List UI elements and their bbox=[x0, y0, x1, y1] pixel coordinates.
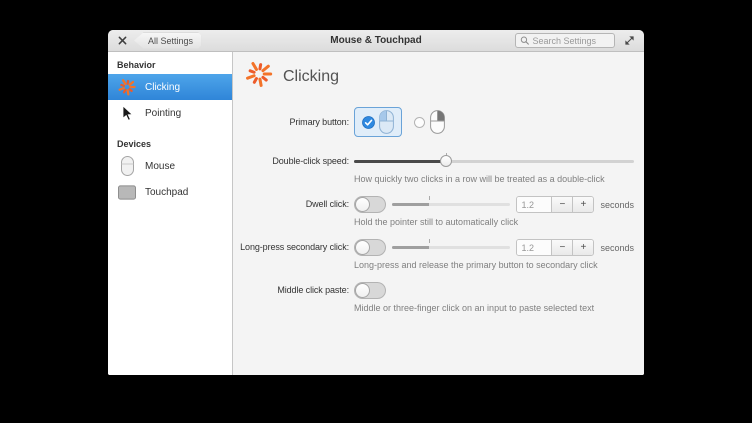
maximize-button[interactable] bbox=[621, 34, 637, 48]
sidebar-item-label: Touchpad bbox=[145, 186, 189, 198]
sidebar: Behavior Clicking Pointing Devices Mouse… bbox=[108, 52, 233, 375]
long-press-secondary-click-row: Long-press secondary click: 1.2 − + seco… bbox=[237, 239, 634, 270]
clicking-panel: Clicking Primary button: Double-click sp… bbox=[233, 52, 644, 375]
headerbar: All Settings Mouse & Touchpad bbox=[108, 30, 644, 52]
slider-tick bbox=[428, 196, 430, 200]
search-field[interactable] bbox=[515, 33, 615, 48]
close-icon bbox=[118, 36, 126, 45]
slider-track[interactable] bbox=[354, 160, 634, 163]
long-press-delay-decrement-button[interactable]: − bbox=[551, 240, 573, 255]
search-input[interactable] bbox=[532, 35, 610, 46]
double-click-speed-slider[interactable] bbox=[354, 153, 634, 170]
primary-button-right-option[interactable] bbox=[414, 110, 445, 134]
primary-button-left-option[interactable] bbox=[354, 107, 402, 137]
long-press-help: Long-press and release the primary butto… bbox=[354, 260, 598, 270]
sidebar-item-touchpad[interactable]: Touchpad bbox=[108, 179, 232, 205]
sidebar-item-label: Clicking bbox=[145, 81, 181, 93]
sidebar-item-label: Pointing bbox=[145, 107, 182, 119]
touchpad-icon bbox=[118, 184, 136, 200]
mouse-right-button-icon bbox=[430, 110, 445, 134]
long-press-toggle[interactable] bbox=[354, 239, 386, 256]
dwell-delay-increment-button[interactable]: + bbox=[572, 197, 594, 212]
dwell-click-label: Dwell click: bbox=[305, 199, 349, 209]
long-press-delay-slider[interactable] bbox=[392, 239, 511, 256]
dwell-delay-decrement-button[interactable]: − bbox=[551, 197, 573, 212]
window-body: Behavior Clicking Pointing Devices Mouse… bbox=[108, 52, 644, 375]
back-button-label: All Settings bbox=[148, 35, 194, 46]
sidebar-item-clicking[interactable]: Clicking bbox=[108, 74, 232, 100]
double-click-speed-label: Double-click speed: bbox=[272, 156, 349, 166]
dwell-click-help: Hold the pointer still to automatically … bbox=[354, 217, 519, 227]
mouse-icon bbox=[118, 156, 136, 176]
panel-title-row: Clicking bbox=[245, 60, 634, 93]
sidebar-item-pointing[interactable]: Pointing bbox=[108, 100, 232, 126]
long-press-delay-unit: seconds bbox=[600, 242, 634, 253]
mouse-touchpad-window: All Settings Mouse & Touchpad Search Set… bbox=[108, 30, 644, 375]
double-click-speed-help: How quickly two clicks in a row will be … bbox=[354, 174, 605, 184]
radio-checked-icon bbox=[362, 115, 375, 129]
primary-button-row: Primary button: bbox=[237, 107, 634, 137]
double-click-speed-row: Double-click speed: How quickly two clic… bbox=[237, 153, 634, 184]
middle-click-paste-help: Middle or three-finger click on an input… bbox=[354, 303, 595, 313]
slider-track[interactable] bbox=[392, 203, 511, 206]
dwell-click-toggle[interactable] bbox=[354, 196, 386, 213]
middle-click-paste-label: Middle click paste: bbox=[277, 285, 349, 295]
long-press-delay-value[interactable]: 1.2 bbox=[517, 240, 552, 255]
dwell-delay-slider[interactable] bbox=[392, 196, 511, 213]
starburst-icon bbox=[245, 60, 273, 93]
desktop-background: All Settings Mouse & Touchpad Search Set… bbox=[0, 0, 752, 423]
long-press-delay-spinbutton: 1.2 − + bbox=[516, 239, 595, 256]
long-press-label: Long-press secondary click: bbox=[240, 242, 349, 252]
mouse-left-button-icon bbox=[379, 110, 394, 134]
dwell-delay-spinbutton: 1.2 − + bbox=[516, 196, 595, 213]
dwell-delay-unit: seconds bbox=[600, 199, 634, 210]
slider-handle[interactable] bbox=[440, 155, 453, 167]
sidebar-item-mouse[interactable]: Mouse bbox=[108, 153, 232, 179]
close-button[interactable] bbox=[115, 34, 129, 48]
cursor-icon bbox=[118, 104, 136, 122]
slider-track[interactable] bbox=[392, 246, 511, 249]
middle-click-paste-toggle[interactable] bbox=[354, 282, 386, 299]
dwell-click-row: Dwell click: 1.2 − + seconds Hold the po… bbox=[237, 196, 634, 227]
resize-arrows-icon bbox=[624, 36, 634, 45]
panel-title: Clicking bbox=[283, 67, 340, 85]
toggle-knob bbox=[355, 283, 370, 298]
primary-button-label: Primary button: bbox=[289, 117, 349, 127]
all-settings-back-button[interactable]: All Settings bbox=[134, 32, 202, 49]
starburst-icon bbox=[118, 78, 136, 96]
radio-unchecked-icon bbox=[414, 116, 425, 128]
slider-tick bbox=[428, 239, 430, 243]
toggle-knob bbox=[355, 240, 370, 255]
sidebar-heading-devices: Devices bbox=[117, 139, 152, 149]
search-icon bbox=[520, 36, 529, 45]
toggle-knob bbox=[355, 197, 370, 212]
middle-click-paste-row: Middle click paste: Middle or three-fing… bbox=[237, 282, 634, 313]
long-press-delay-increment-button[interactable]: + bbox=[572, 240, 594, 255]
sidebar-item-label: Mouse bbox=[145, 160, 176, 172]
dwell-delay-value[interactable]: 1.2 bbox=[517, 197, 552, 212]
sidebar-heading-behavior: Behavior bbox=[117, 60, 156, 70]
